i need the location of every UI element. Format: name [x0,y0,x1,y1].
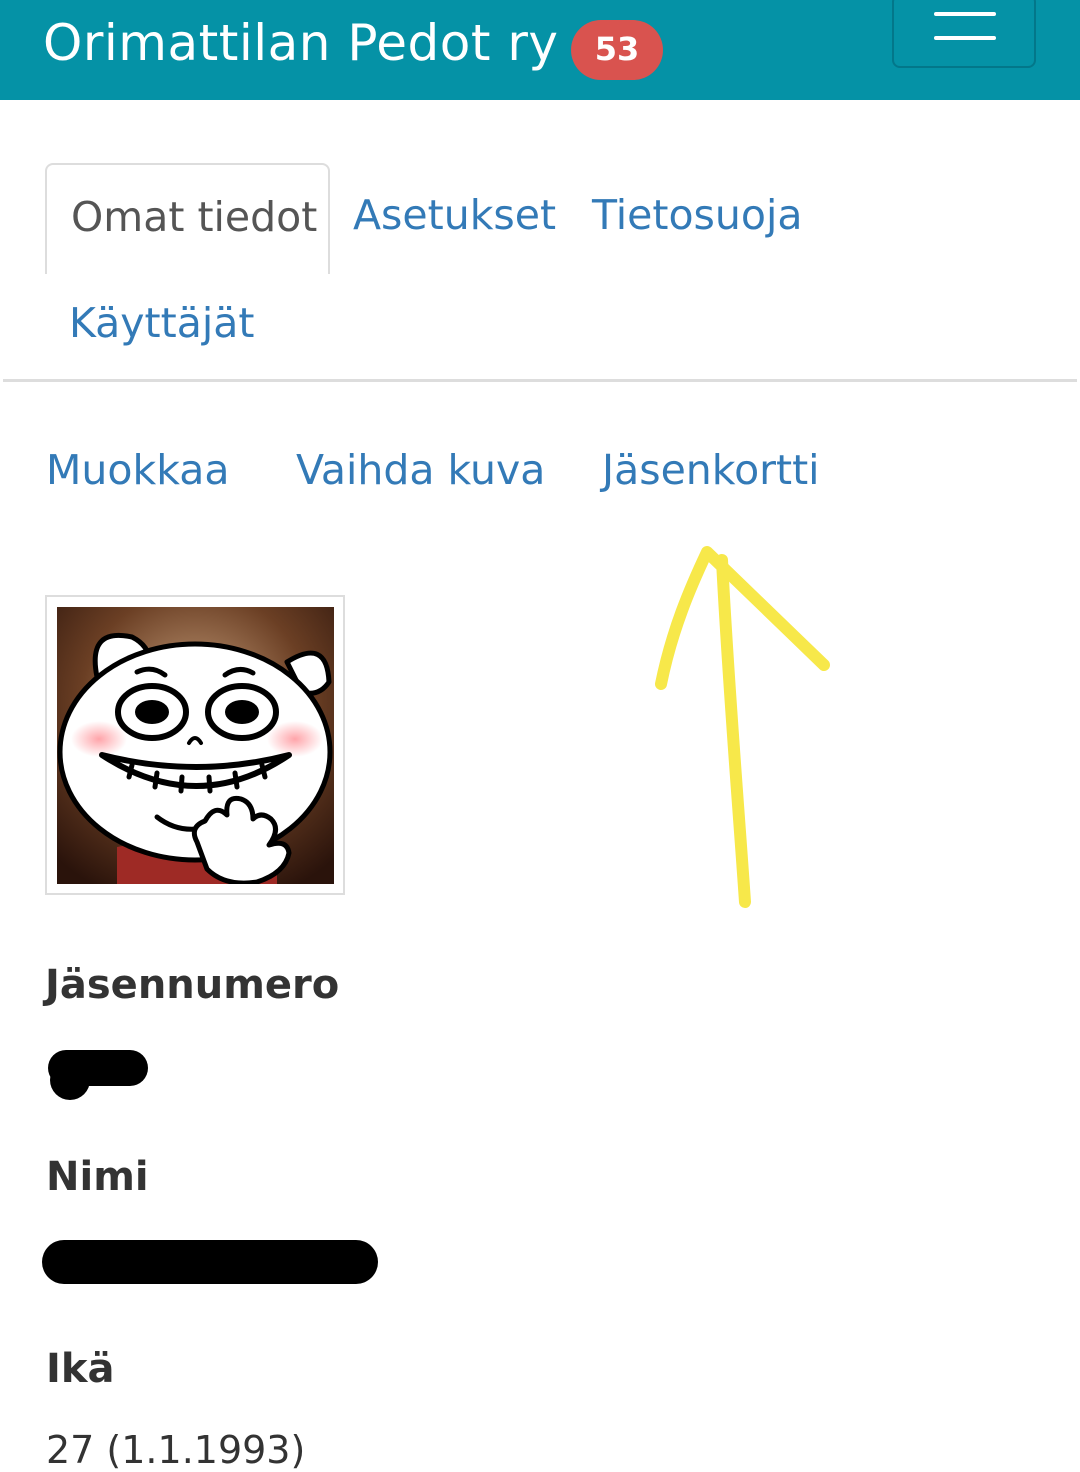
tab-kayttajat[interactable]: Käyttäjät [69,299,254,347]
age-label: Ikä [46,1346,115,1392]
notification-badge[interactable]: 53 [571,20,663,80]
navbar: Orimattilan Pedot ry 53 [0,0,1080,100]
tab-asetukset[interactable]: Asetukset [353,191,556,239]
age-value: 27 (1.1.1993) [46,1428,306,1472]
member-number-label: Jäsennumero [45,962,340,1008]
brand-title[interactable]: Orimattilan Pedot ry [43,14,558,72]
edit-link[interactable]: Muokkaa [46,446,229,494]
avatar [45,595,345,895]
tab-tietosuoja[interactable]: Tietosuoja [592,191,803,239]
tab-omat-tiedot[interactable]: Omat tiedot [45,163,330,274]
menu-toggle-button[interactable] [892,0,1036,68]
cartoon-pig-avatar [57,607,334,884]
change-picture-link[interactable]: Vaihda kuva [296,446,545,494]
membership-card-link[interactable]: Jäsenkortti [602,446,820,494]
tabs-divider [3,379,1077,382]
name-label: Nimi [46,1154,149,1200]
